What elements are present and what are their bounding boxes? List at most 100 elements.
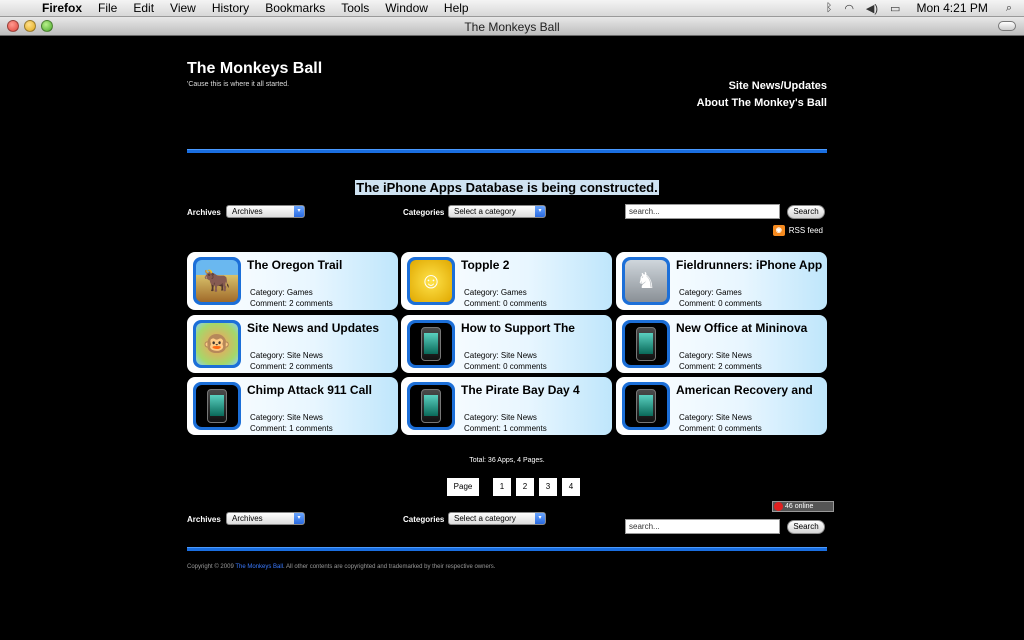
- categories-select[interactable]: Select a category ▾: [448, 205, 546, 218]
- select-arrow-icon: ▾: [294, 206, 304, 217]
- app-card-how-to-support[interactable]: How to Support The Category: Site News C…: [401, 315, 612, 373]
- menu-window[interactable]: Window: [385, 1, 428, 15]
- total-apps-text: Total: 36 Apps, 4 Pages.: [469, 457, 545, 464]
- app-title[interactable]: How to Support The: [461, 321, 611, 335]
- app-thumbnail[interactable]: [407, 320, 455, 368]
- iphone-icon: [421, 327, 441, 361]
- app-thumbnail[interactable]: [193, 382, 241, 430]
- page-link-3[interactable]: 3: [539, 478, 557, 496]
- categories-select-bottom[interactable]: Select a category ▾: [448, 512, 546, 525]
- archives-select[interactable]: Archives ▾: [226, 205, 305, 218]
- wifi-icon[interactable]: ◠: [844, 2, 854, 15]
- window-title-bar: The Monkeys Ball: [0, 17, 1024, 36]
- nav-link-site-news[interactable]: Site News/Updates: [697, 78, 827, 95]
- app-card-fieldrunners[interactable]: ♞ Fieldrunners: iPhone App Category: Gam…: [616, 252, 827, 310]
- app-category: Category: Site News: [250, 413, 323, 422]
- menu-bookmarks[interactable]: Bookmarks: [265, 1, 325, 15]
- app-thumbnail[interactable]: 🐂: [193, 257, 241, 305]
- search-input[interactable]: search...: [625, 204, 780, 219]
- soldier-icon: ♞: [636, 268, 656, 293]
- app-category: Category: Site News: [464, 351, 537, 360]
- spotlight-search-icon[interactable]: ⌕: [1006, 2, 1012, 15]
- archives-label: Archives: [187, 208, 221, 217]
- menu-clock[interactable]: Mon 4:21 PM: [916, 1, 987, 15]
- app-comments: Comment: 0 comments: [679, 299, 762, 308]
- search-input-bottom[interactable]: search...: [625, 519, 780, 534]
- menu-tools[interactable]: Tools: [341, 1, 369, 15]
- app-comments: Comment: 0 comments: [464, 362, 547, 371]
- app-thumbnail[interactable]: [622, 320, 670, 368]
- categories-select-value: Select a category: [454, 207, 516, 216]
- select-arrow-icon: ▾: [294, 513, 304, 524]
- app-comments: Comment: 2 comments: [250, 362, 333, 371]
- search-button[interactable]: Search: [787, 205, 825, 219]
- categories-select-value: Select a category: [454, 514, 516, 523]
- app-card-oregon-trail[interactable]: 🐂 The Oregon Trail Category: Games Comme…: [187, 252, 398, 310]
- copyright-text: Copyright © 2009 The Monkeys Ball. All o…: [187, 564, 495, 570]
- app-card-site-news[interactable]: 🐵 Site News and Updates Category: Site N…: [187, 315, 398, 373]
- smiley-block-icon: ☺: [419, 268, 443, 293]
- app-comments: Comment: 1 comments: [250, 424, 333, 433]
- window-title: The Monkeys Ball: [464, 20, 560, 34]
- online-users-badge[interactable]: 46 online: [772, 501, 834, 512]
- select-arrow-icon: ▾: [535, 513, 545, 524]
- app-title[interactable]: Chimp Attack 911 Call: [247, 383, 397, 397]
- categories-label: Categories: [403, 208, 445, 217]
- menu-extras: ᛒ ◠ ◀) ▭ Mon 4:21 PM ⌕: [826, 1, 1024, 15]
- copyright-site-link[interactable]: The Monkeys Ball: [235, 564, 283, 570]
- archives-select-bottom[interactable]: Archives ▾: [226, 512, 305, 525]
- iphone-icon: [207, 389, 227, 423]
- header-divider: [187, 149, 827, 153]
- app-comments: Comment: 0 comments: [464, 299, 547, 308]
- app-title[interactable]: American Recovery and: [676, 383, 826, 397]
- site-title[interactable]: The Monkeys Ball: [187, 60, 322, 78]
- menu-view[interactable]: View: [170, 1, 196, 15]
- rss-feed-label: RSS feed: [788, 226, 823, 235]
- menu-file[interactable]: File: [98, 1, 117, 15]
- online-label: online: [794, 503, 814, 510]
- menu-firefox[interactable]: Firefox: [42, 1, 82, 15]
- bluetooth-icon[interactable]: ᛒ: [826, 2, 833, 14]
- app-card-new-office[interactable]: New Office at Mininova Category: Site Ne…: [616, 315, 827, 373]
- wagon-icon: 🐂: [203, 268, 231, 293]
- app-thumbnail[interactable]: [407, 382, 455, 430]
- battery-icon[interactable]: ▭: [890, 2, 900, 15]
- app-card-topple-2[interactable]: ☺ Topple 2 Category: Games Comment: 0 co…: [401, 252, 612, 310]
- online-indicator-icon: [774, 502, 783, 511]
- menu-history[interactable]: History: [212, 1, 249, 15]
- categories-label-bottom: Categories: [403, 515, 445, 524]
- menu-edit[interactable]: Edit: [133, 1, 154, 15]
- app-thumbnail[interactable]: [622, 382, 670, 430]
- menu-help[interactable]: Help: [444, 1, 469, 15]
- nav-link-about[interactable]: About The Monkey's Ball: [697, 95, 827, 112]
- app-comments: Comment: 0 comments: [679, 424, 762, 433]
- app-thumbnail[interactable]: ♞: [622, 257, 670, 305]
- app-card-american-recovery[interactable]: American Recovery and Category: Site New…: [616, 377, 827, 435]
- volume-icon[interactable]: ◀): [866, 2, 878, 15]
- search-button-bottom[interactable]: Search: [787, 520, 825, 534]
- app-title[interactable]: The Oregon Trail: [247, 258, 397, 272]
- site-tagline: 'Cause this is where it all started.: [187, 81, 290, 88]
- page-link-4[interactable]: 4: [562, 478, 580, 496]
- archives-label-bottom: Archives: [187, 515, 221, 524]
- app-thumbnail[interactable]: 🐵: [193, 320, 241, 368]
- app-category: Category: Games: [464, 288, 527, 297]
- app-thumbnail[interactable]: ☺: [407, 257, 455, 305]
- app-card-pirate-bay[interactable]: The Pirate Bay Day 4 Category: Site News…: [401, 377, 612, 435]
- app-title[interactable]: Site News and Updates: [247, 321, 397, 335]
- app-title[interactable]: Fieldrunners: iPhone App: [676, 258, 826, 272]
- iphone-icon: [421, 389, 441, 423]
- toolbar-toggle-button[interactable]: [998, 21, 1016, 31]
- page-link-1[interactable]: 1: [493, 478, 511, 496]
- page-link-2[interactable]: 2: [516, 478, 534, 496]
- rss-feed-link[interactable]: ◉ RSS feed: [772, 225, 823, 236]
- app-title[interactable]: The Pirate Bay Day 4: [461, 383, 611, 397]
- app-title[interactable]: Topple 2: [461, 258, 611, 272]
- archives-select-value: Archives: [232, 207, 263, 216]
- app-category: Category: Site News: [679, 413, 752, 422]
- iphone-icon: [636, 327, 656, 361]
- iphone-icon: [636, 389, 656, 423]
- app-card-chimp-attack[interactable]: Chimp Attack 911 Call Category: Site New…: [187, 377, 398, 435]
- select-arrow-icon: ▾: [535, 206, 545, 217]
- app-title[interactable]: New Office at Mininova: [676, 321, 826, 335]
